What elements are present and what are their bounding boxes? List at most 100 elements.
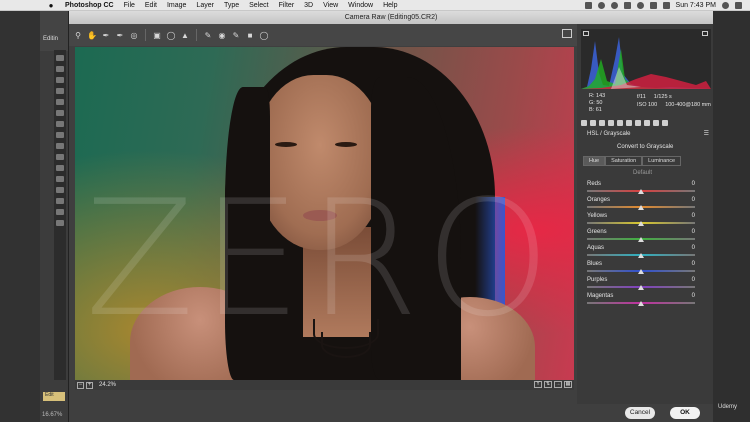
copy-settings-icon[interactable]: → xyxy=(554,381,562,388)
tab-luminance[interactable]: Luminance xyxy=(642,156,682,166)
slider-thumb[interactable] xyxy=(638,221,644,226)
effects-icon[interactable] xyxy=(635,120,641,126)
clock[interactable]: Sun 7:43 PM xyxy=(676,2,716,9)
tool-icon[interactable] xyxy=(56,165,64,171)
swap-icon[interactable]: ⇅ xyxy=(544,381,552,388)
cancel-button[interactable]: Cancel xyxy=(625,407,655,419)
tab-hue[interactable]: Hue xyxy=(583,156,606,166)
slider-thumb[interactable] xyxy=(638,237,644,242)
ok-button[interactable]: OK xyxy=(670,407,700,419)
zoom-in-button[interactable]: + xyxy=(86,381,93,389)
slider-value[interactable]: 0 xyxy=(692,261,695,267)
targeted-adjustment-tool-icon[interactable]: ◎ xyxy=(129,30,139,40)
before-after-icon[interactable]: Y xyxy=(534,381,542,388)
adjustment-brush-icon[interactable]: ✎ xyxy=(231,30,241,40)
menu-edit[interactable]: Edit xyxy=(140,2,162,9)
image-preview[interactable]: ZERO xyxy=(75,47,574,380)
hsl-icon[interactable] xyxy=(608,120,614,126)
drive-icon[interactable] xyxy=(610,2,618,9)
straighten-tool-icon[interactable]: ◯ xyxy=(166,30,176,40)
white-balance-tool-icon[interactable]: ✒ xyxy=(101,30,111,40)
panel-menu-icon[interactable]: ☰ xyxy=(704,130,709,137)
tool-icon[interactable] xyxy=(56,143,64,149)
menu-window[interactable]: Window xyxy=(343,2,378,9)
detail-icon[interactable] xyxy=(599,120,605,126)
creative-cloud-icon[interactable] xyxy=(597,2,605,9)
shadow-clipping-toggle[interactable] xyxy=(583,31,589,36)
tool-icon[interactable] xyxy=(56,198,64,204)
slider-value[interactable]: 0 xyxy=(692,229,695,235)
menu-3d[interactable]: 3D xyxy=(299,2,318,9)
wifi-icon[interactable] xyxy=(636,2,644,9)
menu-type[interactable]: Type xyxy=(219,2,244,9)
tool-icon[interactable] xyxy=(56,55,64,61)
slider-thumb[interactable] xyxy=(638,285,644,290)
battery-icon[interactable] xyxy=(662,2,670,9)
photoshop-doc-tab[interactable]: Editin xyxy=(43,36,58,42)
menu-image[interactable]: Image xyxy=(162,2,191,9)
zoom-tool-icon[interactable]: ⚲ xyxy=(73,30,83,40)
slider-value[interactable]: 0 xyxy=(692,245,695,251)
dropbox-icon[interactable] xyxy=(584,2,592,9)
tool-icon[interactable] xyxy=(56,66,64,72)
toggle-preview-icon[interactable]: ▦ xyxy=(564,381,572,388)
menu-file[interactable]: File xyxy=(119,2,140,9)
tool-icon[interactable] xyxy=(56,132,64,138)
display-icon[interactable] xyxy=(623,2,631,9)
tone-curve-icon[interactable] xyxy=(590,120,596,126)
photoshop-doc-thumbnail[interactable]: Edit xyxy=(43,392,65,401)
fullscreen-toggle-icon[interactable] xyxy=(562,29,572,38)
tool-icon[interactable] xyxy=(56,154,64,160)
snapshots-icon[interactable] xyxy=(662,120,668,126)
menu-help[interactable]: Help xyxy=(378,2,402,9)
slider-thumb[interactable] xyxy=(638,253,644,258)
graduated-filter-icon[interactable]: ■ xyxy=(245,30,255,40)
menu-select[interactable]: Select xyxy=(244,2,273,9)
zoom-out-button[interactable]: − xyxy=(77,381,84,389)
tool-icon[interactable] xyxy=(56,110,64,116)
default-link[interactable]: Default xyxy=(633,170,652,176)
highlight-clipping-toggle[interactable] xyxy=(702,31,708,36)
convert-to-grayscale-checkbox[interactable]: Convert to Grayscale xyxy=(617,144,673,150)
slider-thumb[interactable] xyxy=(638,205,644,210)
menu-layer[interactable]: Layer xyxy=(191,2,219,9)
slider-value[interactable]: 0 xyxy=(692,213,695,219)
aperture-value: f/11 xyxy=(637,94,646,100)
presets-icon[interactable] xyxy=(653,120,659,126)
crop-tool-icon[interactable]: ▣ xyxy=(152,30,162,40)
radial-filter-icon[interactable]: ◯ xyxy=(259,30,269,40)
spot-removal-tool-icon[interactable]: ✎ xyxy=(203,30,213,40)
tool-icon[interactable] xyxy=(56,176,64,182)
tool-icon[interactable] xyxy=(56,88,64,94)
transform-tool-icon[interactable]: ▲ xyxy=(180,30,190,40)
lens-corrections-icon[interactable] xyxy=(626,120,632,126)
tab-saturation[interactable]: Saturation xyxy=(605,156,643,166)
tool-icon[interactable] xyxy=(56,209,64,215)
slider-thumb[interactable] xyxy=(638,301,644,306)
slider-value[interactable]: 0 xyxy=(692,197,695,203)
camera-calibration-icon[interactable] xyxy=(644,120,650,126)
volume-icon[interactable] xyxy=(649,2,657,9)
basic-panel-icon[interactable] xyxy=(581,120,587,126)
tool-icon[interactable] xyxy=(56,99,64,105)
menu-view[interactable]: View xyxy=(318,2,343,9)
zoom-level[interactable]: 24.2% xyxy=(99,382,116,388)
slider-value[interactable]: 0 xyxy=(692,293,695,299)
tool-icon[interactable] xyxy=(56,220,64,226)
slider-thumb[interactable] xyxy=(638,189,644,194)
tool-icon[interactable] xyxy=(56,187,64,193)
red-eye-tool-icon[interactable]: ◉ xyxy=(217,30,227,40)
slider-value[interactable]: 0 xyxy=(692,181,695,187)
slider-thumb[interactable] xyxy=(638,269,644,274)
menu-app[interactable]: Photoshop CC xyxy=(60,2,119,9)
notification-center-icon[interactable] xyxy=(735,2,742,9)
hand-tool-icon[interactable]: ✋ xyxy=(87,30,97,40)
apple-menu-icon[interactable]: ● xyxy=(46,1,56,10)
tool-icon[interactable] xyxy=(56,77,64,83)
color-sampler-tool-icon[interactable]: ✒ xyxy=(115,30,125,40)
tool-icon[interactable] xyxy=(56,121,64,127)
spotlight-icon[interactable] xyxy=(722,2,729,9)
split-toning-icon[interactable] xyxy=(617,120,623,126)
slider-value[interactable]: 0 xyxy=(692,277,695,283)
menu-filter[interactable]: Filter xyxy=(274,2,300,9)
